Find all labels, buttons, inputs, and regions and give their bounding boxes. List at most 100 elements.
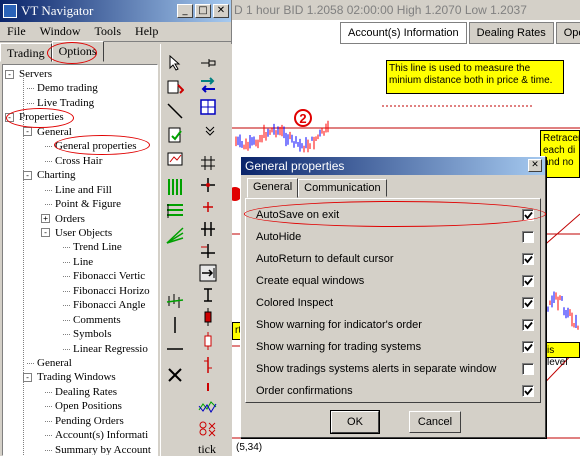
regression-icon[interactable]: [163, 290, 187, 312]
option-checkbox[interactable]: [522, 341, 534, 353]
note-retracement[interactable]: Retracen each di and no r: [540, 130, 580, 178]
tab-general[interactable]: General: [247, 178, 299, 198]
minimize-icon[interactable]: _: [177, 4, 193, 18]
tree-item[interactable]: General: [37, 125, 72, 139]
grid-icon[interactable]: [196, 96, 220, 118]
tree-item[interactable]: Comments: [73, 313, 121, 327]
point-figure-icon[interactable]: [196, 418, 220, 440]
vertical-measure-icon[interactable]: [196, 284, 220, 306]
tree-item[interactable]: Trend Line: [73, 240, 122, 254]
cross-red-icon[interactable]: [196, 196, 220, 218]
more-tools-icon[interactable]: [204, 124, 216, 138]
option-row[interactable]: AutoReturn to default cursor: [256, 251, 534, 267]
option-checkbox[interactable]: [522, 275, 534, 287]
delete-icon[interactable]: [163, 364, 187, 386]
tree-item[interactable]: Properties: [19, 110, 64, 124]
candle-outline-icon[interactable]: [196, 330, 220, 352]
tree-item[interactable]: Dealing Rates: [55, 385, 117, 399]
tree-item[interactable]: Fibonacci Angle: [73, 298, 145, 312]
chart-window-icon[interactable]: [163, 148, 187, 170]
bar-chart-icon[interactable]: [196, 354, 220, 376]
tree-toggle-icon[interactable]: -: [5, 112, 14, 122]
template-icon[interactable]: [163, 124, 187, 146]
tick-label[interactable]: tick: [198, 442, 216, 456]
fibonacci-vertical-icon[interactable]: [163, 176, 187, 198]
diagonal-line-icon[interactable]: [163, 100, 187, 122]
tree-item[interactable]: General properties: [55, 139, 137, 153]
tree-item[interactable]: Trading Windows: [37, 370, 116, 384]
note-measure-line[interactable]: This line is used to measure the minium …: [386, 60, 564, 94]
menu-window[interactable]: Window: [33, 24, 88, 39]
option-row[interactable]: Show warning for indicator's order: [256, 317, 534, 333]
crosshair-grid-icon[interactable]: [196, 152, 220, 174]
tree-item[interactable]: Charting: [37, 168, 76, 182]
option-checkbox[interactable]: [522, 385, 534, 397]
crosshair-icon[interactable]: [196, 174, 220, 196]
tree-item[interactable]: Demo trading: [37, 81, 98, 95]
menu-tools[interactable]: Tools: [88, 24, 129, 39]
tab-dealing-rates[interactable]: Dealing Rates: [468, 22, 554, 44]
tick-dash-icon[interactable]: [196, 376, 220, 398]
tree-item[interactable]: Symbols: [73, 327, 112, 341]
tree-toggle-icon[interactable]: -: [23, 372, 32, 382]
dialog-title-bar[interactable]: General properties ✕: [241, 157, 545, 175]
tree-item[interactable]: Fibonacci Horizo: [73, 284, 150, 298]
menu-help[interactable]: Help: [128, 24, 165, 39]
double-cross-icon[interactable]: [196, 218, 220, 240]
option-checkbox[interactable]: [522, 363, 534, 375]
tree-toggle-icon[interactable]: -: [5, 69, 14, 79]
option-row[interactable]: Show warning for trading systems: [256, 339, 534, 355]
option-row[interactable]: Colored Inspect: [256, 295, 534, 311]
tree-item[interactable]: Fibonacci Vertic: [73, 269, 145, 283]
close-icon[interactable]: ✕: [213, 4, 229, 18]
tree-toggle-icon[interactable]: -: [41, 228, 50, 238]
arrow-right-bar-icon[interactable]: [196, 262, 220, 284]
option-checkbox[interactable]: [522, 209, 534, 221]
tree-item[interactable]: Open Positions: [55, 399, 122, 413]
tree-item[interactable]: Linear Regressio: [73, 342, 148, 356]
option-row[interactable]: Show tradings systems alerts in separate…: [256, 361, 534, 377]
menu-file[interactable]: File: [0, 24, 33, 39]
tree-item[interactable]: Line: [73, 255, 93, 269]
vertical-line-icon[interactable]: [163, 314, 187, 336]
note-level[interactable]: is level: [544, 342, 580, 368]
option-checkbox[interactable]: [522, 231, 534, 243]
options-tree[interactable]: - Servers Demo trading Live Trading - Propert…: [2, 64, 158, 456]
tree-item[interactable]: Orders: [55, 212, 85, 226]
dialog-close-icon[interactable]: ✕: [528, 159, 542, 172]
navigator-title-bar[interactable]: VT Navigator _ □ ✕: [0, 0, 231, 22]
level-cross-icon[interactable]: [196, 240, 220, 262]
tree-item[interactable]: Account(s) Informati: [55, 428, 148, 442]
cursor-icon[interactable]: [163, 52, 187, 74]
tree-toggle-icon[interactable]: -: [23, 170, 32, 180]
tab-options[interactable]: Options: [51, 41, 104, 62]
tree-item[interactable]: User Objects: [55, 226, 112, 240]
tree-item[interactable]: Point & Figure: [55, 197, 121, 211]
chart-properties-icon[interactable]: [163, 76, 187, 98]
pin-icon[interactable]: [196, 52, 220, 74]
option-row[interactable]: Create equal windows: [256, 273, 534, 289]
cancel-button[interactable]: Cancel: [409, 411, 461, 433]
ok-button[interactable]: OK: [330, 410, 380, 434]
candle-red-icon[interactable]: [196, 306, 220, 328]
option-checkbox[interactable]: [522, 253, 534, 265]
option-checkbox[interactable]: [522, 297, 534, 309]
tree-item[interactable]: Pending Orders: [55, 414, 124, 428]
option-row[interactable]: Order confirmations: [256, 383, 534, 399]
tab-account-information[interactable]: Account(s) Information: [340, 22, 467, 44]
tree-item[interactable]: Live Trading: [37, 96, 94, 110]
tree-toggle-icon[interactable]: -: [23, 127, 32, 137]
tab-open-positions[interactable]: Open P: [555, 22, 580, 44]
swap-arrows-icon[interactable]: [196, 74, 220, 96]
tree-item[interactable]: Summary by Account: [55, 443, 151, 455]
tab-trading[interactable]: Trading: [0, 43, 52, 62]
horizontal-line-icon[interactable]: [163, 338, 187, 360]
tab-communication[interactable]: Communication: [298, 179, 387, 197]
tree-item[interactable]: Line and Fill: [55, 183, 112, 197]
option-checkbox[interactable]: [522, 319, 534, 331]
fibonacci-angle-icon[interactable]: [163, 224, 187, 246]
tree-toggle-icon[interactable]: +: [41, 214, 50, 223]
fibonacci-horizontal-icon[interactable]: [163, 200, 187, 222]
tree-item[interactable]: General: [37, 356, 72, 370]
line-chart-icon[interactable]: [196, 396, 220, 418]
